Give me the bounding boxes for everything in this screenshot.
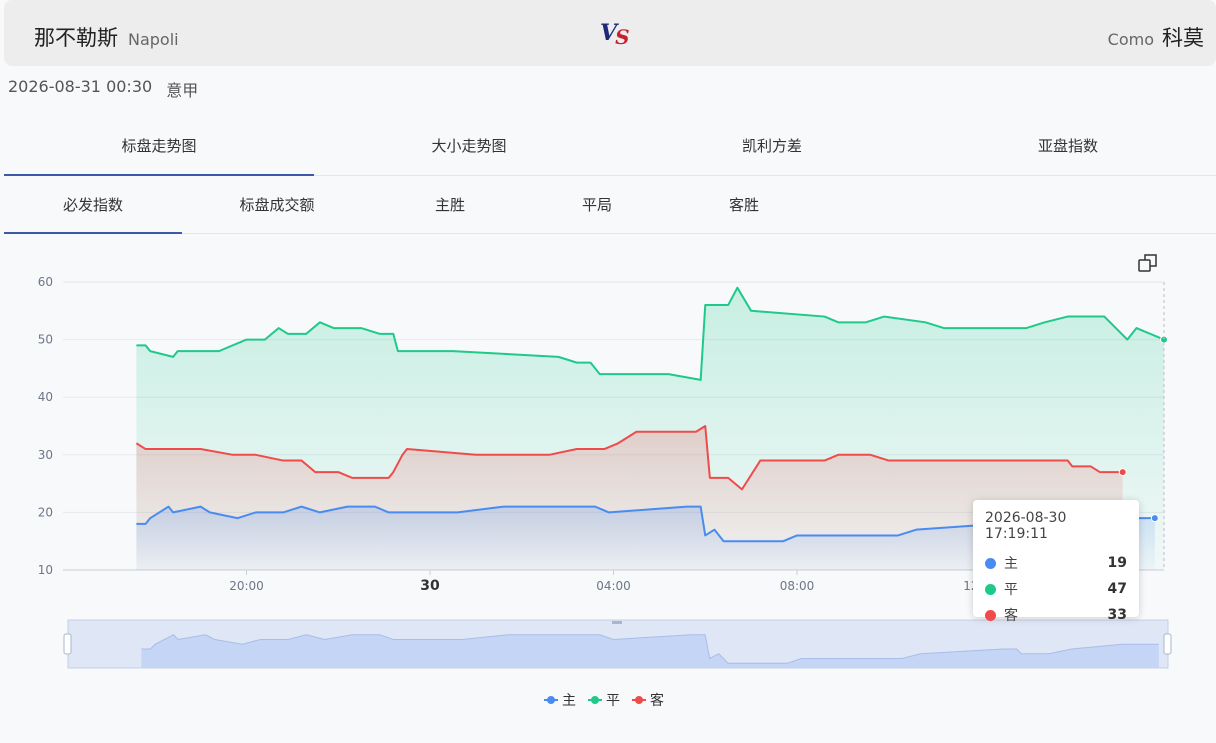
- tab-over-under-trend[interactable]: 大小走势图: [314, 116, 624, 175]
- tooltip-row-away: 客 33: [985, 602, 1127, 628]
- subtab-draw[interactable]: 平局: [528, 176, 666, 233]
- x-tick-label: 08:00: [780, 579, 815, 593]
- chart-tooltip: 2026-08-30 17:19:11 主 19 平 47 客 33: [973, 500, 1139, 624]
- tab-label: 凯利方差: [741, 137, 802, 155]
- subtab-home-win[interactable]: 主胜: [372, 176, 528, 233]
- legend-item-draw[interactable]: 平: [588, 690, 620, 710]
- subtab-label: 必发指数: [62, 196, 123, 214]
- vs-letter-v: V: [600, 20, 617, 46]
- home-team-en: Napoli: [128, 30, 179, 49]
- tooltip-name: 主: [1004, 556, 1018, 572]
- zoom-handle-right: [1163, 633, 1172, 655]
- subtab-label: 平局: [581, 196, 612, 214]
- legend-line-icon: [544, 696, 558, 704]
- series-end-point-0: [1150, 514, 1159, 523]
- series-end-point-2: [1118, 468, 1127, 477]
- match-league: 意甲: [166, 81, 199, 100]
- tooltip-value: 47: [1107, 581, 1127, 597]
- match-header: 那不勒斯 Napoli VS Como 科莫: [4, 0, 1216, 66]
- legend-item-home[interactable]: 主: [544, 690, 576, 710]
- vs-letter-s: S: [615, 25, 630, 49]
- legend-line-icon: [632, 696, 646, 704]
- home-dot-icon: [985, 557, 996, 569]
- subtab-label: 主胜: [434, 196, 465, 214]
- draw-dot-icon: [985, 583, 996, 595]
- zoom-drag-grip-icon: [612, 621, 622, 624]
- chart-legend: 主 平 客: [544, 690, 664, 710]
- y-tick-label: 50: [38, 333, 53, 347]
- y-tick-label: 40: [38, 390, 53, 404]
- tab-kelly-variance[interactable]: 凯利方差: [624, 116, 920, 175]
- tab-asian-handicap[interactable]: 亚盘指数: [920, 116, 1216, 175]
- tooltip-name: 客: [1004, 608, 1018, 624]
- tab-label: 亚盘指数: [1037, 137, 1098, 155]
- away-team[interactable]: Como 科莫: [1108, 22, 1204, 52]
- tab-odds-trend[interactable]: 标盘走势图: [4, 116, 314, 176]
- tab-label: 标盘走势图: [121, 137, 197, 155]
- tooltip-name: 平: [1004, 582, 1018, 598]
- y-tick-label: 10: [38, 563, 53, 577]
- home-team-cn: 那不勒斯: [34, 26, 118, 50]
- away-team-cn: 科莫: [1162, 26, 1204, 50]
- subtab-betfair-index[interactable]: 必发指数: [4, 176, 182, 234]
- legend-label: 主: [562, 693, 576, 709]
- y-tick-label: 20: [38, 505, 53, 519]
- subtab-label: 标盘成交额: [239, 196, 315, 214]
- x-tick-label: 30: [420, 578, 440, 594]
- zoom-handle-left: [63, 633, 72, 655]
- tab-label: 大小走势图: [431, 137, 507, 155]
- legend-item-away[interactable]: 客: [632, 690, 664, 710]
- sub-tabs: 必发指数 标盘成交额 主胜 平局 客胜: [4, 176, 1216, 234]
- y-tick-label: 30: [38, 448, 53, 462]
- tooltip-value: 33: [1107, 607, 1127, 623]
- match-info: 2026-08-31 00:30 意甲: [8, 77, 198, 101]
- away-dot-icon: [985, 609, 996, 621]
- x-tick-label: 04:00: [596, 579, 631, 593]
- tooltip-row-home: 主 19: [985, 550, 1127, 576]
- subtab-volume[interactable]: 标盘成交额: [182, 176, 372, 233]
- legend-line-icon: [588, 696, 602, 704]
- tooltip-value: 19: [1107, 555, 1127, 571]
- subtab-label: 客胜: [728, 196, 759, 214]
- x-tick-label: 20:00: [229, 579, 264, 593]
- y-tick-label: 60: [38, 275, 53, 289]
- vs-logo: VS: [600, 20, 630, 49]
- home-team[interactable]: 那不勒斯 Napoli: [34, 22, 179, 52]
- tooltip-row-draw: 平 47: [985, 576, 1127, 602]
- legend-label: 平: [606, 693, 620, 709]
- match-datetime: 2026-08-31 00:30: [8, 77, 153, 96]
- subtab-away-win[interactable]: 客胜: [666, 176, 822, 233]
- main-tabs: 标盘走势图 大小走势图 凯利方差 亚盘指数: [4, 116, 1216, 176]
- tooltip-time: 2026-08-30 17:19:11: [985, 510, 1067, 542]
- legend-label: 客: [650, 693, 664, 709]
- away-team-en: Como: [1107, 30, 1154, 49]
